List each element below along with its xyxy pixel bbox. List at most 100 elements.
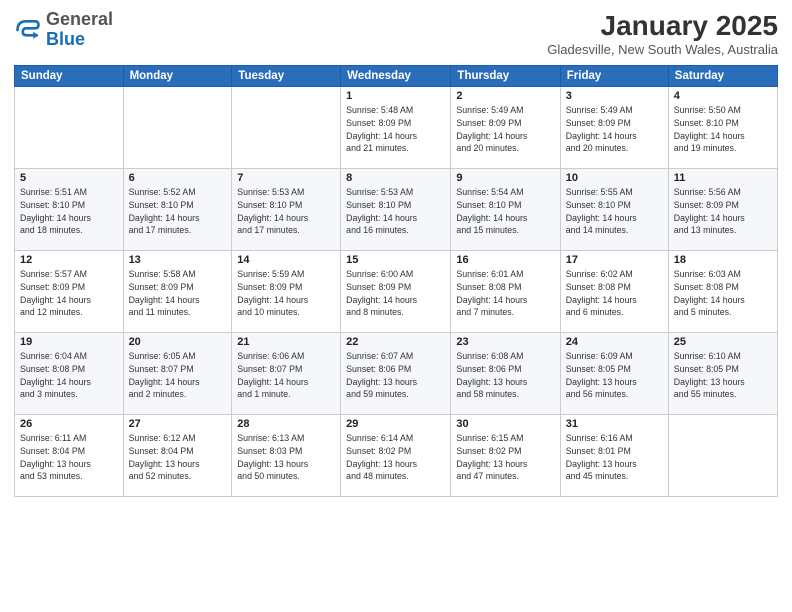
logo-text: General Blue: [46, 10, 113, 50]
calendar-cell: 22 Sunrise: 6:07 AM Sunset: 8:06 PM Dayli…: [341, 333, 451, 415]
day-number: 21: [237, 336, 335, 348]
weekday-header-saturday: Saturday: [668, 66, 777, 87]
calendar-cell: 29 Sunrise: 6:14 AM Sunset: 8:02 PM Dayli…: [341, 415, 451, 497]
day-number: 5: [20, 172, 118, 184]
calendar-cell: 11Sunrise: 5:56 AM Sunset: 8:09 PM Dayli…: [668, 169, 777, 251]
calendar-cell: 9 Sunrise: 5:54 AM Sunset: 8:10 PM Daylig…: [451, 169, 560, 251]
day-number: 22: [346, 336, 445, 348]
day-info: Sunrise: 5:49 AM Sunset: 8:09 PM Dayligh…: [566, 104, 663, 155]
calendar-cell: 21 Sunrise: 6:06 AM Sunset: 8:07 PM Dayli…: [232, 333, 341, 415]
calendar-cell: [15, 87, 124, 169]
calendar-cell: 19 Sunrise: 6:04 AM Sunset: 8:08 PM Dayli…: [15, 333, 124, 415]
calendar-cell: 14 Sunrise: 5:59 AM Sunset: 8:09 PM Dayli…: [232, 251, 341, 333]
day-info: Sunrise: 6:06 AM Sunset: 8:07 PM Dayligh…: [237, 350, 335, 401]
weekday-header-sunday: Sunday: [15, 66, 124, 87]
calendar-cell: 3 Sunrise: 5:49 AM Sunset: 8:09 PM Daylig…: [560, 87, 668, 169]
calendar-cell: 17 Sunrise: 6:02 AM Sunset: 8:08 PM Dayli…: [560, 251, 668, 333]
day-number: 6: [129, 172, 227, 184]
title-block: January 2025 Gladesville, New South Wale…: [547, 10, 778, 57]
weekday-header-tuesday: Tuesday: [232, 66, 341, 87]
day-info: Sunrise: 5:54 AM Sunset: 8:10 PM Dayligh…: [456, 186, 554, 237]
calendar-cell: 20 Sunrise: 6:05 AM Sunset: 8:07 PM Dayli…: [123, 333, 232, 415]
calendar: SundayMondayTuesdayWednesdayThursdayFrid…: [14, 65, 778, 497]
calendar-cell: 4Sunrise: 5:50 AM Sunset: 8:10 PM Daylig…: [668, 87, 777, 169]
calendar-cell: 18 Sunrise: 6:03 AM Sunset: 8:08 PM Dayli…: [668, 251, 777, 333]
day-info: Sunrise: 5:52 AM Sunset: 8:10 PM Dayligh…: [129, 186, 227, 237]
calendar-cell: 25Sunrise: 6:10 AM Sunset: 8:05 PM Dayli…: [668, 333, 777, 415]
day-number: 3: [566, 90, 663, 102]
day-info: Sunrise: 5:57 AM Sunset: 8:09 PM Dayligh…: [20, 268, 118, 319]
day-info: Sunrise: 6:09 AM Sunset: 8:05 PM Dayligh…: [566, 350, 663, 401]
day-number: 17: [566, 254, 663, 266]
day-info: Sunrise: 6:02 AM Sunset: 8:08 PM Dayligh…: [566, 268, 663, 319]
day-number: 4: [674, 90, 772, 102]
day-info: Sunrise: 5:53 AM Sunset: 8:10 PM Dayligh…: [237, 186, 335, 237]
week-row-2: 5 Sunrise: 5:51 AM Sunset: 8:10 PM Daylig…: [15, 169, 778, 251]
calendar-cell: 28Sunrise: 6:13 AM Sunset: 8:03 PM Dayli…: [232, 415, 341, 497]
calendar-cell: 30Sunrise: 6:15 AM Sunset: 8:02 PM Dayli…: [451, 415, 560, 497]
day-number: 20: [129, 336, 227, 348]
day-info: Sunrise: 6:13 AM Sunset: 8:03 PM Dayligh…: [237, 432, 335, 483]
weekday-header-friday: Friday: [560, 66, 668, 87]
day-number: 19: [20, 336, 118, 348]
calendar-cell: 27 Sunrise: 6:12 AM Sunset: 8:04 PM Dayli…: [123, 415, 232, 497]
day-info: Sunrise: 6:04 AM Sunset: 8:08 PM Dayligh…: [20, 350, 118, 401]
month-title: January 2025: [547, 10, 778, 42]
day-info: Sunrise: 6:01 AM Sunset: 8:08 PM Dayligh…: [456, 268, 554, 319]
day-info: Sunrise: 5:58 AM Sunset: 8:09 PM Dayligh…: [129, 268, 227, 319]
week-row-5: 26 Sunrise: 6:11 AM Sunset: 8:04 PM Dayli…: [15, 415, 778, 497]
day-number: 2: [456, 90, 554, 102]
day-number: 8: [346, 172, 445, 184]
calendar-cell: 6 Sunrise: 5:52 AM Sunset: 8:10 PM Daylig…: [123, 169, 232, 251]
day-info: Sunrise: 5:55 AM Sunset: 8:10 PM Dayligh…: [566, 186, 663, 237]
day-number: 31: [566, 418, 663, 430]
day-number: 27: [129, 418, 227, 430]
weekday-header-row: SundayMondayTuesdayWednesdayThursdayFrid…: [15, 66, 778, 87]
day-number: 23: [456, 336, 554, 348]
day-info: Sunrise: 6:11 AM Sunset: 8:04 PM Dayligh…: [20, 432, 118, 483]
day-info: Sunrise: 5:48 AM Sunset: 8:09 PM Dayligh…: [346, 104, 445, 155]
page: General Blue January 2025 Gladesville, N…: [0, 0, 792, 612]
calendar-cell: 12Sunrise: 5:57 AM Sunset: 8:09 PM Dayli…: [15, 251, 124, 333]
day-info: Sunrise: 5:51 AM Sunset: 8:10 PM Dayligh…: [20, 186, 118, 237]
day-info: Sunrise: 6:03 AM Sunset: 8:08 PM Dayligh…: [674, 268, 772, 319]
day-info: Sunrise: 6:12 AM Sunset: 8:04 PM Dayligh…: [129, 432, 227, 483]
day-info: Sunrise: 6:10 AM Sunset: 8:05 PM Dayligh…: [674, 350, 772, 401]
week-row-4: 19 Sunrise: 6:04 AM Sunset: 8:08 PM Dayli…: [15, 333, 778, 415]
day-number: 14: [237, 254, 335, 266]
day-info: Sunrise: 6:07 AM Sunset: 8:06 PM Dayligh…: [346, 350, 445, 401]
day-info: Sunrise: 5:56 AM Sunset: 8:09 PM Dayligh…: [674, 186, 772, 237]
header: General Blue January 2025 Gladesville, N…: [14, 10, 778, 57]
day-number: 18: [674, 254, 772, 266]
day-info: Sunrise: 6:05 AM Sunset: 8:07 PM Dayligh…: [129, 350, 227, 401]
calendar-cell: 10Sunrise: 5:55 AM Sunset: 8:10 PM Dayli…: [560, 169, 668, 251]
day-number: 30: [456, 418, 554, 430]
day-info: Sunrise: 6:14 AM Sunset: 8:02 PM Dayligh…: [346, 432, 445, 483]
weekday-header-monday: Monday: [123, 66, 232, 87]
day-number: 7: [237, 172, 335, 184]
day-number: 13: [129, 254, 227, 266]
calendar-cell: 8 Sunrise: 5:53 AM Sunset: 8:10 PM Daylig…: [341, 169, 451, 251]
day-number: 9: [456, 172, 554, 184]
location: Gladesville, New South Wales, Australia: [547, 42, 778, 57]
weekday-header-thursday: Thursday: [451, 66, 560, 87]
calendar-cell: 5 Sunrise: 5:51 AM Sunset: 8:10 PM Daylig…: [15, 169, 124, 251]
calendar-cell: 16 Sunrise: 6:01 AM Sunset: 8:08 PM Dayli…: [451, 251, 560, 333]
calendar-cell: 31Sunrise: 6:16 AM Sunset: 8:01 PM Dayli…: [560, 415, 668, 497]
day-number: 24: [566, 336, 663, 348]
calendar-cell: [232, 87, 341, 169]
day-number: 26: [20, 418, 118, 430]
calendar-cell: 24 Sunrise: 6:09 AM Sunset: 8:05 PM Dayli…: [560, 333, 668, 415]
calendar-cell: 7 Sunrise: 5:53 AM Sunset: 8:10 PM Daylig…: [232, 169, 341, 251]
logo: General Blue: [14, 10, 113, 50]
day-number: 1: [346, 90, 445, 102]
day-info: Sunrise: 5:53 AM Sunset: 8:10 PM Dayligh…: [346, 186, 445, 237]
day-info: Sunrise: 6:00 AM Sunset: 8:09 PM Dayligh…: [346, 268, 445, 319]
day-number: 29: [346, 418, 445, 430]
week-row-1: 1 Sunrise: 5:48 AM Sunset: 8:09 PM Daylig…: [15, 87, 778, 169]
day-info: Sunrise: 5:59 AM Sunset: 8:09 PM Dayligh…: [237, 268, 335, 319]
day-number: 16: [456, 254, 554, 266]
day-info: Sunrise: 6:08 AM Sunset: 8:06 PM Dayligh…: [456, 350, 554, 401]
calendar-cell: 23 Sunrise: 6:08 AM Sunset: 8:06 PM Dayli…: [451, 333, 560, 415]
week-row-3: 12Sunrise: 5:57 AM Sunset: 8:09 PM Dayli…: [15, 251, 778, 333]
